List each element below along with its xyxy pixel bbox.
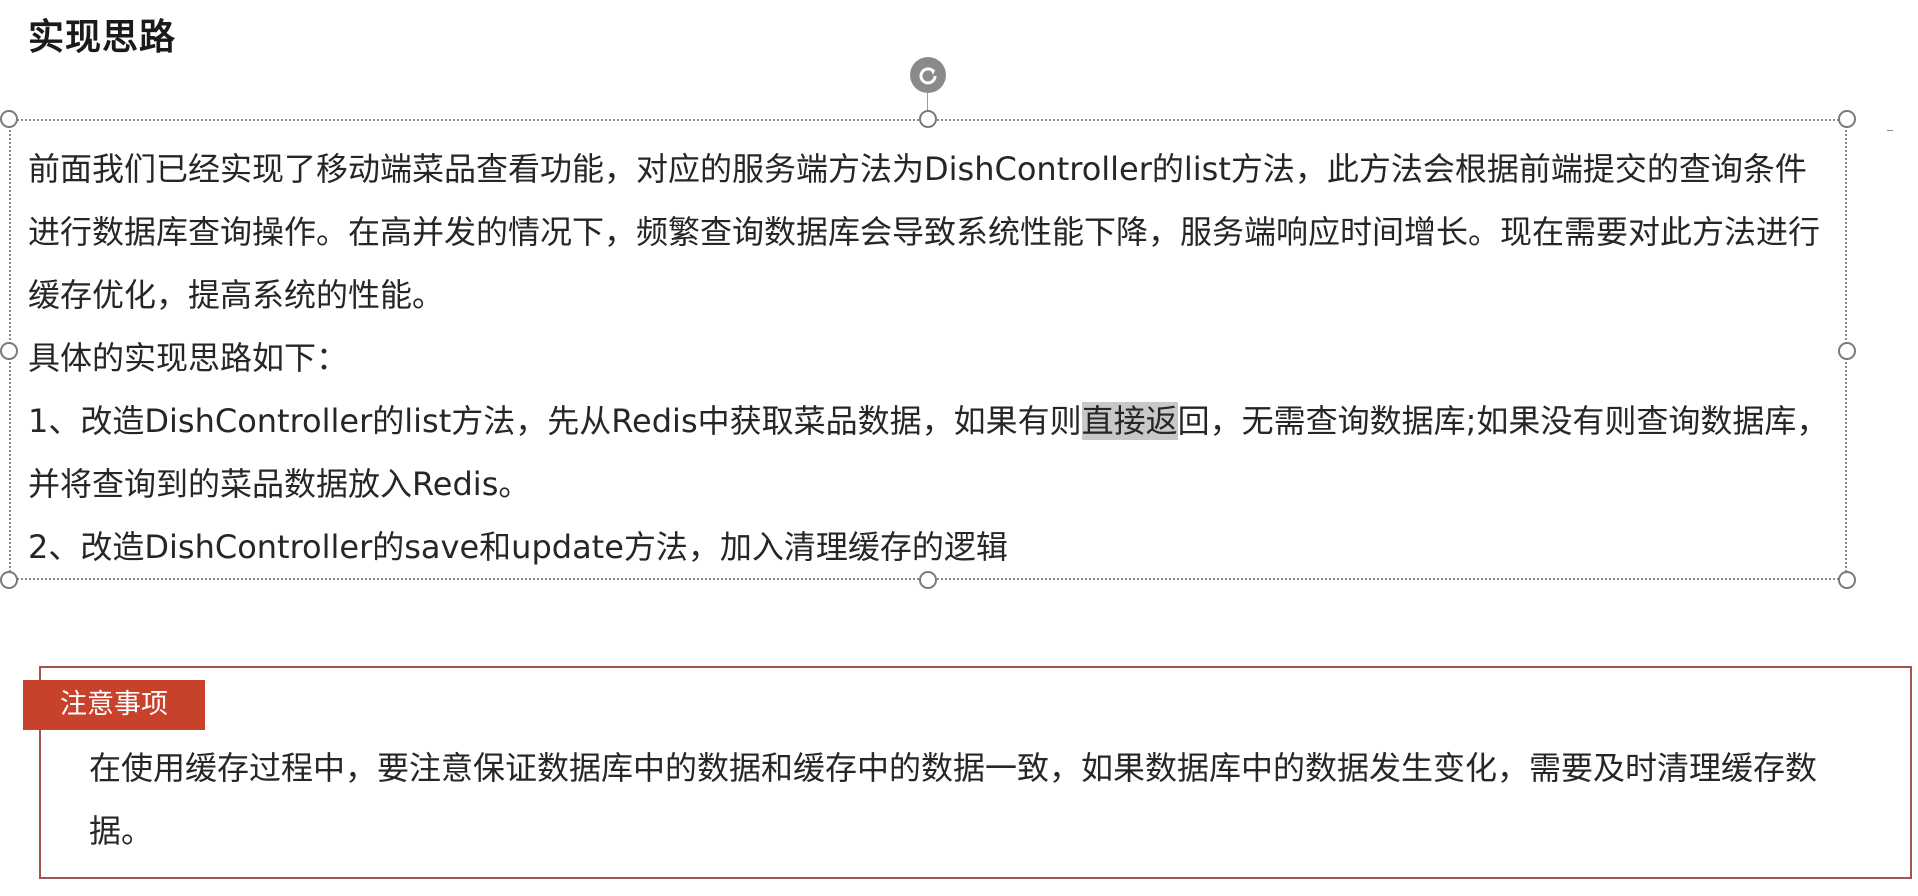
intro-paragraph: 前面我们已经实现了移动端菜品查看功能，对应的服务端方法为DishControll… bbox=[28, 150, 1821, 314]
step-2: 2、改造DishController的save和update方法，加入清理缓存的… bbox=[28, 528, 1008, 566]
notice-tag: 注意事项 bbox=[23, 680, 205, 730]
resize-handle-top[interactable] bbox=[919, 110, 937, 128]
rotate-handle-icon[interactable] bbox=[910, 57, 946, 93]
ruler-tick bbox=[1887, 130, 1893, 131]
step-1: 1、改造DishController的list方法，先从Redis中获取菜品数据… bbox=[28, 390, 1838, 516]
rotate-arrow-icon bbox=[919, 67, 937, 85]
resize-handle-bottom-right[interactable] bbox=[1838, 571, 1856, 589]
resize-handle-right[interactable] bbox=[1838, 342, 1856, 360]
resize-handle-left[interactable] bbox=[0, 342, 18, 360]
selected-text: 直接返 bbox=[1081, 402, 1178, 440]
text-box-content[interactable]: 前面我们已经实现了移动端菜品查看功能，对应的服务端方法为DishControll… bbox=[28, 138, 1838, 579]
resize-handle-top-left[interactable] bbox=[0, 110, 18, 128]
page-title: 实现思路 bbox=[28, 17, 177, 58]
resize-handle-bottom-left[interactable] bbox=[0, 571, 18, 589]
resize-handle-top-right[interactable] bbox=[1838, 110, 1856, 128]
approach-heading: 具体的实现思路如下： bbox=[28, 339, 349, 377]
notice-text: 在使用缓存过程中，要注意保证数据库中的数据和缓存中的数据一致，如果数据库中的数据… bbox=[89, 749, 1818, 850]
step-1-text-before: 1、改造DishController的list方法，先从Redis中获取菜品数据… bbox=[28, 402, 1082, 440]
